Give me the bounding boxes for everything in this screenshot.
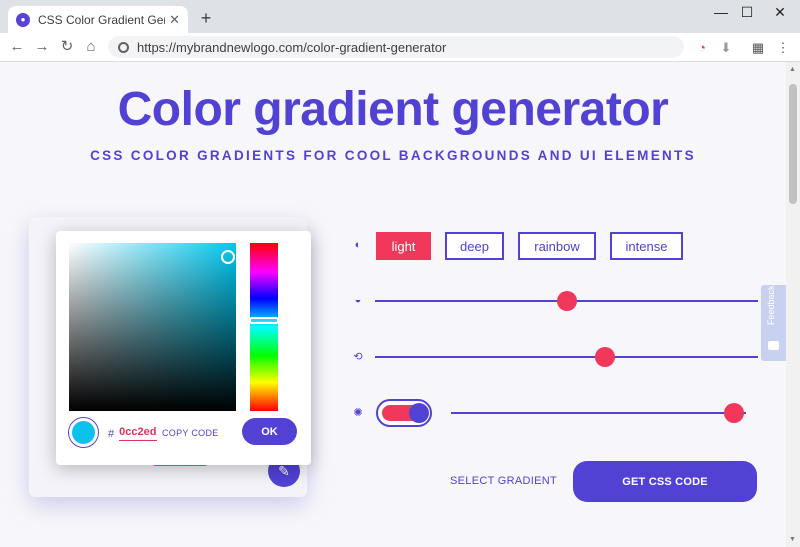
sun-icon: ✺ bbox=[353, 407, 363, 419]
page-subtitle: CSS COLOR GRADIENTS FOR COOL BACKGROUNDS… bbox=[90, 148, 696, 163]
profile-icon[interactable]: ▦ bbox=[750, 40, 766, 56]
hash-label: # bbox=[108, 427, 115, 440]
gradient-toggle[interactable] bbox=[376, 399, 432, 427]
page-title: Color gradient generator bbox=[117, 83, 669, 136]
saturation-value-area[interactable] bbox=[69, 243, 236, 411]
feedback-tab[interactable]: Feedback bbox=[761, 285, 786, 361]
hue-slider[interactable] bbox=[250, 243, 278, 411]
slider-1-knob[interactable] bbox=[556, 291, 577, 311]
download-icon[interactable]: ⬇ bbox=[718, 40, 734, 56]
feedback-icon bbox=[768, 341, 779, 350]
scroll-down-icon[interactable]: ▼ bbox=[789, 536, 796, 543]
contrast-icon: ◐ bbox=[354, 239, 362, 251]
slider-3-track[interactable] bbox=[451, 412, 746, 414]
site-info-icon[interactable] bbox=[118, 41, 129, 53]
page-scrollbar[interactable]: ▲ ▼ bbox=[786, 62, 800, 547]
slider-2-track[interactable] bbox=[375, 356, 758, 358]
ok-button[interactable]: OK bbox=[242, 418, 297, 445]
home-button[interactable]: ⌂ bbox=[82, 38, 100, 56]
selected-color-swatch bbox=[69, 418, 98, 447]
slider-3-knob[interactable] bbox=[724, 403, 745, 423]
menu-icon[interactable]: ⋮ bbox=[775, 40, 791, 56]
url-text: https://mybrandnewlogo.com/color-gradien… bbox=[137, 39, 447, 55]
color-picker-popup: # 0cc2ed COPY CODE OK bbox=[56, 231, 311, 465]
extension-icon[interactable]: ◔ bbox=[694, 40, 710, 56]
get-css-code-button[interactable]: GET CSS CODE bbox=[573, 461, 757, 502]
hex-input-row[interactable]: # 0cc2ed bbox=[108, 426, 158, 441]
feedback-label: Feedback bbox=[766, 285, 776, 325]
mode-intense-button[interactable]: intense bbox=[610, 232, 683, 260]
tab-title: CSS Color Gradient Generator bbox=[38, 12, 165, 27]
close-window-button[interactable]: ✕ bbox=[768, 4, 792, 21]
mode-deep-button[interactable]: deep bbox=[445, 232, 504, 260]
copy-code-button[interactable]: COPY CODE bbox=[162, 428, 219, 438]
drop-icon: ◒ bbox=[354, 294, 362, 306]
browser-toolbar: ← → ↻ ⌂ https://mybrandnewlogo.com/color… bbox=[0, 33, 800, 62]
mode-light-button[interactable]: light bbox=[376, 232, 431, 260]
minimize-button[interactable]: — bbox=[709, 4, 733, 20]
back-button[interactable]: ← bbox=[8, 38, 26, 56]
rotate-icon: ⟲ bbox=[353, 351, 363, 363]
page-content: Color gradient generator CSS COLOR GRADI… bbox=[0, 62, 786, 547]
address-bar[interactable]: https://mybrandnewlogo.com/color-gradien… bbox=[108, 36, 684, 58]
mode-rainbow-button[interactable]: rainbow bbox=[518, 232, 596, 260]
hex-input[interactable]: 0cc2ed bbox=[119, 426, 158, 441]
select-gradient-button[interactable]: SELECT GRADIENT bbox=[450, 475, 557, 487]
forward-button[interactable]: → bbox=[33, 38, 51, 56]
scroll-up-icon[interactable]: ▲ bbox=[789, 66, 796, 73]
saturation-handle[interactable] bbox=[221, 250, 235, 264]
reload-button[interactable]: ↻ bbox=[58, 38, 76, 56]
scrollbar-thumb[interactable] bbox=[789, 84, 797, 204]
maximize-button[interactable]: ☐ bbox=[735, 4, 759, 21]
toggle-dot bbox=[409, 403, 429, 423]
new-tab-button[interactable]: + bbox=[196, 8, 216, 29]
favicon-icon: ● bbox=[16, 12, 30, 27]
tab-close-icon[interactable]: ✕ bbox=[169, 12, 180, 28]
slider-2-knob[interactable] bbox=[594, 347, 615, 367]
edit-icon: ✎ bbox=[278, 462, 290, 479]
browser-tab[interactable]: ● CSS Color Gradient Generator ✕ bbox=[8, 6, 188, 33]
browser-titlebar: ● CSS Color Gradient Generator ✕ + — ☐ ✕ bbox=[0, 0, 800, 33]
hue-handle[interactable] bbox=[249, 317, 279, 324]
